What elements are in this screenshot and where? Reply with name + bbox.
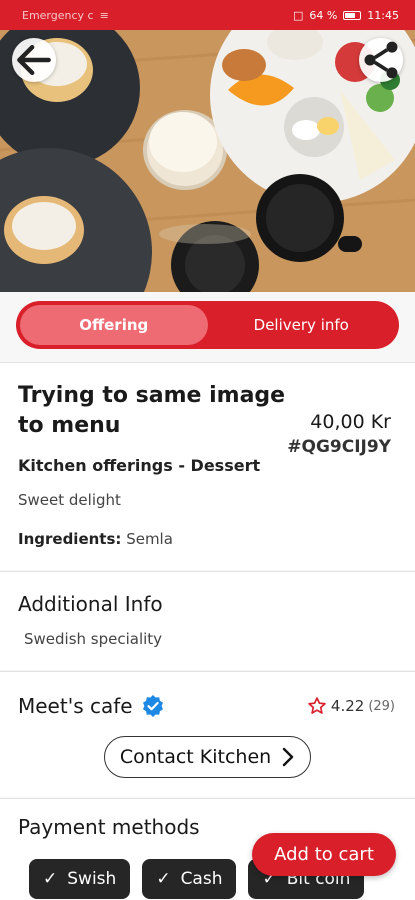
add-to-cart-button[interactable]: Add to cart bbox=[252, 833, 396, 876]
contact-kitchen-button[interactable]: Contact Kitchen bbox=[104, 736, 311, 778]
offering-tabs: Offering Delivery info bbox=[16, 301, 399, 349]
status-bar: Emergency c ≡ □ 64 % 11:45 bbox=[0, 0, 415, 30]
nfc-icon: □ bbox=[292, 8, 304, 22]
kitchen-name-row[interactable]: Meet's cafe bbox=[18, 694, 165, 718]
check-icon: ✓ bbox=[156, 869, 171, 889]
back-button[interactable] bbox=[12, 38, 56, 82]
food-photo bbox=[0, 30, 415, 292]
kitchen-name[interactable]: Meet's cafe bbox=[18, 694, 133, 718]
kitchen-section: Meet's cafe 4.22 (29) Contact Kitchen bbox=[0, 671, 415, 797]
item-ingredients: Ingredients: Semla bbox=[18, 530, 173, 548]
payment-method-label: Cash bbox=[180, 869, 223, 889]
item-details-section: Trying to same image to menu 40,00 Kr #Q… bbox=[0, 362, 415, 570]
verified-badge-icon bbox=[142, 695, 163, 717]
battery-icon bbox=[343, 10, 362, 20]
clock: 11:45 bbox=[367, 8, 399, 22]
additional-info-title: Additional Info bbox=[18, 592, 163, 616]
rating-value: 4.22 bbox=[330, 697, 365, 715]
tab-offering[interactable]: Offering bbox=[20, 305, 208, 345]
arrow-left-icon bbox=[17, 44, 51, 76]
share-icon bbox=[364, 41, 398, 79]
item-description: Sweet delight bbox=[18, 491, 121, 509]
chevron-right-icon bbox=[282, 747, 294, 767]
battery-percent: 64 % bbox=[309, 8, 338, 22]
item-title: Trying to same image to menu bbox=[18, 383, 286, 438]
item-code: #QG9CIJ9Y bbox=[287, 437, 391, 457]
signal-icon: ≡ bbox=[99, 8, 109, 22]
star-icon bbox=[308, 697, 326, 714]
item-category: Kitchen offerings - Dessert bbox=[18, 456, 261, 475]
payment-chip-cash: ✓ Cash bbox=[142, 859, 237, 899]
contact-kitchen-label: Contact Kitchen bbox=[119, 746, 272, 768]
item-price: 40,00 Kr bbox=[310, 411, 391, 433]
payment-chip-swish: ✓ Swish bbox=[29, 859, 131, 899]
payment-method-label: Swish bbox=[67, 869, 117, 889]
ingredients-label: Ingredients: bbox=[18, 530, 122, 548]
status-right: □ 64 % 11:45 bbox=[293, 9, 399, 22]
rating-count: (29) bbox=[368, 698, 395, 714]
additional-info-section: Additional Info Swedish speciality bbox=[0, 571, 415, 670]
check-icon: ✓ bbox=[43, 869, 58, 889]
payment-methods-title: Payment methods bbox=[18, 815, 200, 839]
additional-info-text: Swedish speciality bbox=[24, 630, 163, 648]
ingredients-value: Semla bbox=[126, 530, 173, 548]
kitchen-rating[interactable]: 4.22 (29) bbox=[307, 696, 395, 716]
status-left: Emergency c ≡ bbox=[22, 9, 109, 22]
hero-image bbox=[0, 30, 415, 292]
carrier-text: Emergency c bbox=[22, 8, 94, 22]
share-button[interactable] bbox=[359, 38, 403, 82]
tab-delivery-info[interactable]: Delivery info bbox=[208, 305, 396, 345]
